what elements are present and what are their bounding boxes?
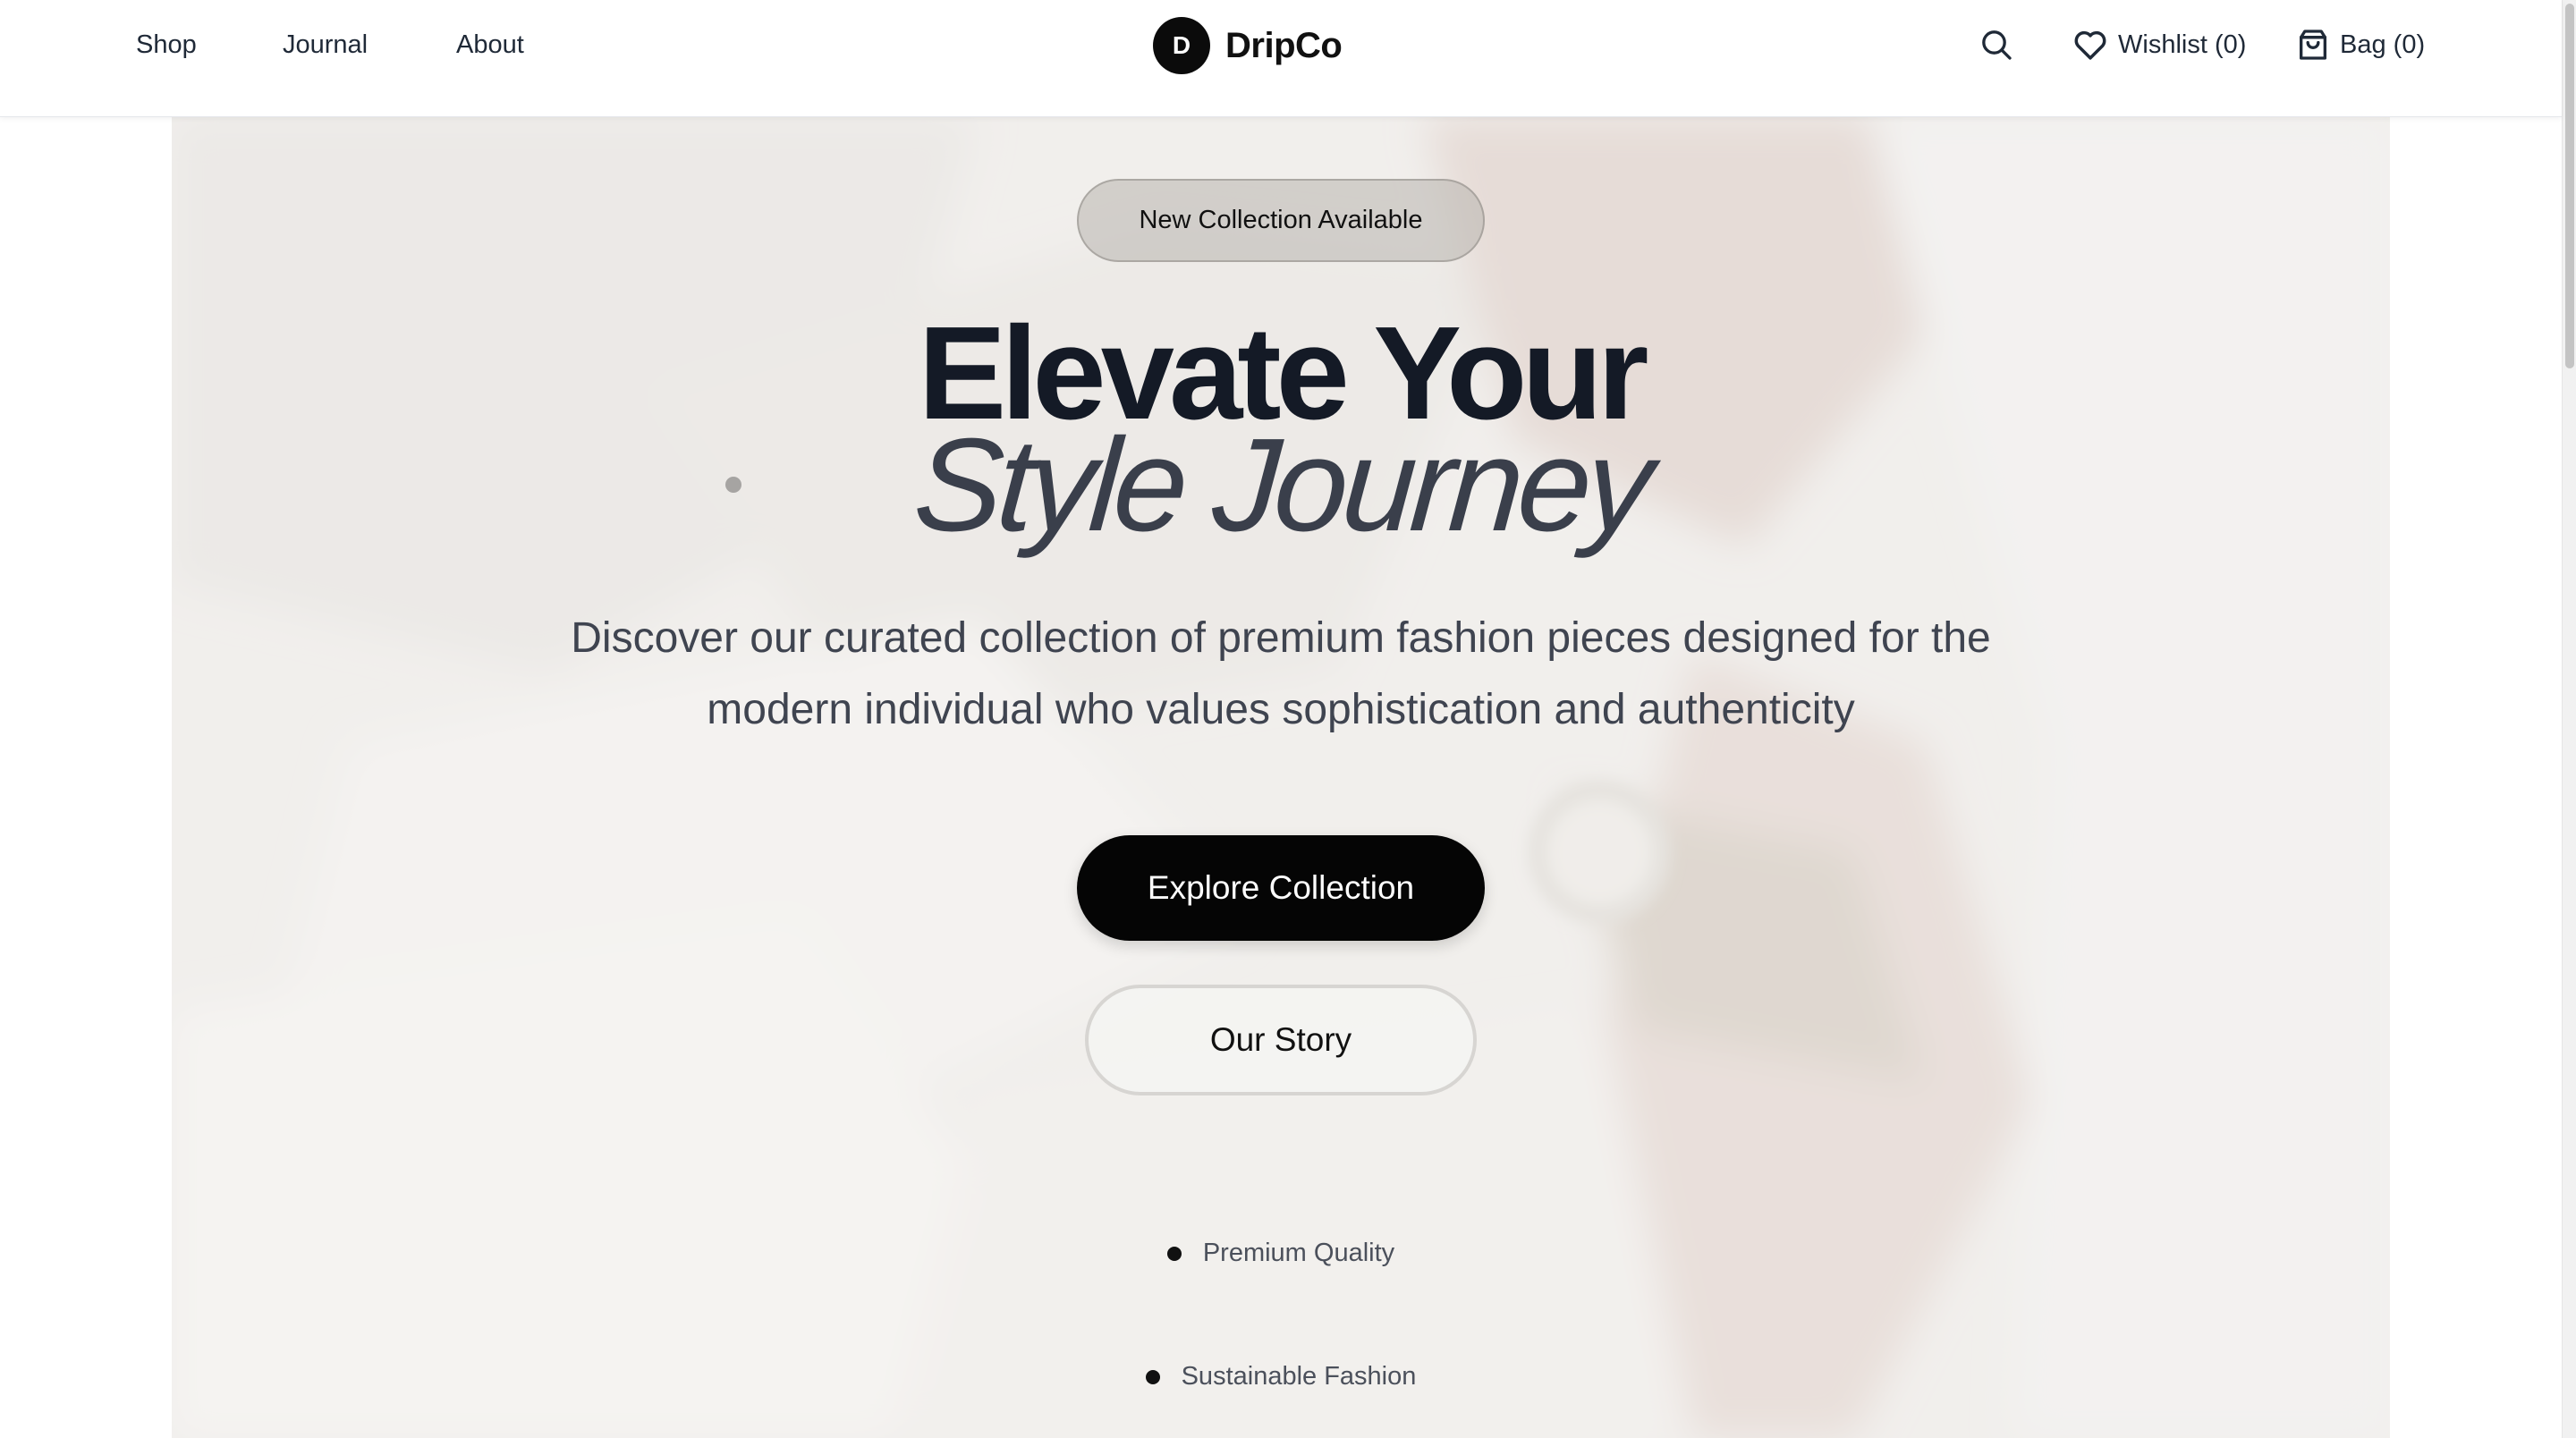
hero-section: New Collection Available Elevate Your St…	[172, 117, 2390, 1438]
hero-headline-line-2-text: Style Journey	[909, 411, 1653, 559]
shopping-bag-icon	[2300, 30, 2326, 60]
feature-label: Premium Quality	[1202, 1239, 1395, 1267]
bullet-icon	[1145, 1369, 1160, 1384]
new-collection-badge[interactable]: New Collection Available	[1077, 179, 1485, 262]
hero-headline-line-2: Style Journey	[172, 411, 2390, 559]
feature-item: Sustainable Fashion	[172, 1362, 2390, 1391]
our-story-button[interactable]: Our Story	[1085, 985, 1477, 1095]
bag-label: Bag (0)	[2340, 30, 2426, 59]
feature-label: Sustainable Fashion	[1181, 1362, 1417, 1391]
brand-mark-icon: D	[1153, 17, 1210, 74]
bullet-icon	[1166, 1246, 1182, 1261]
nav-link-shop[interactable]: Shop	[136, 29, 197, 61]
wishlist-label: Wishlist (0)	[2118, 30, 2247, 59]
feature-item: Premium Quality	[172, 1239, 2390, 1268]
nav-link-journal[interactable]: Journal	[283, 29, 368, 61]
brand-name: DripCo	[1225, 25, 1343, 65]
wishlist-button[interactable]: Wishlist (0)	[2072, 23, 2246, 66]
heart-icon	[2074, 30, 2106, 60]
search-icon	[1982, 30, 2012, 60]
explore-collection-button[interactable]: Explore Collection	[1077, 835, 1485, 941]
nav-link-about[interactable]: About	[456, 29, 524, 61]
scrollbar-thumb[interactable]	[2565, 4, 2574, 368]
page-scrollbar[interactable]	[2562, 0, 2576, 1438]
search-button[interactable]	[1979, 23, 2014, 66]
brand-logo[interactable]: D DripCo	[1153, 16, 1343, 75]
bag-button[interactable]: Bag (0)	[2295, 23, 2425, 66]
site-header: Shop Journal About D DripCo Wishlist (0)…	[0, 0, 2562, 117]
hero-subtitle: Discover our curated collection of premi…	[571, 614, 1991, 733]
